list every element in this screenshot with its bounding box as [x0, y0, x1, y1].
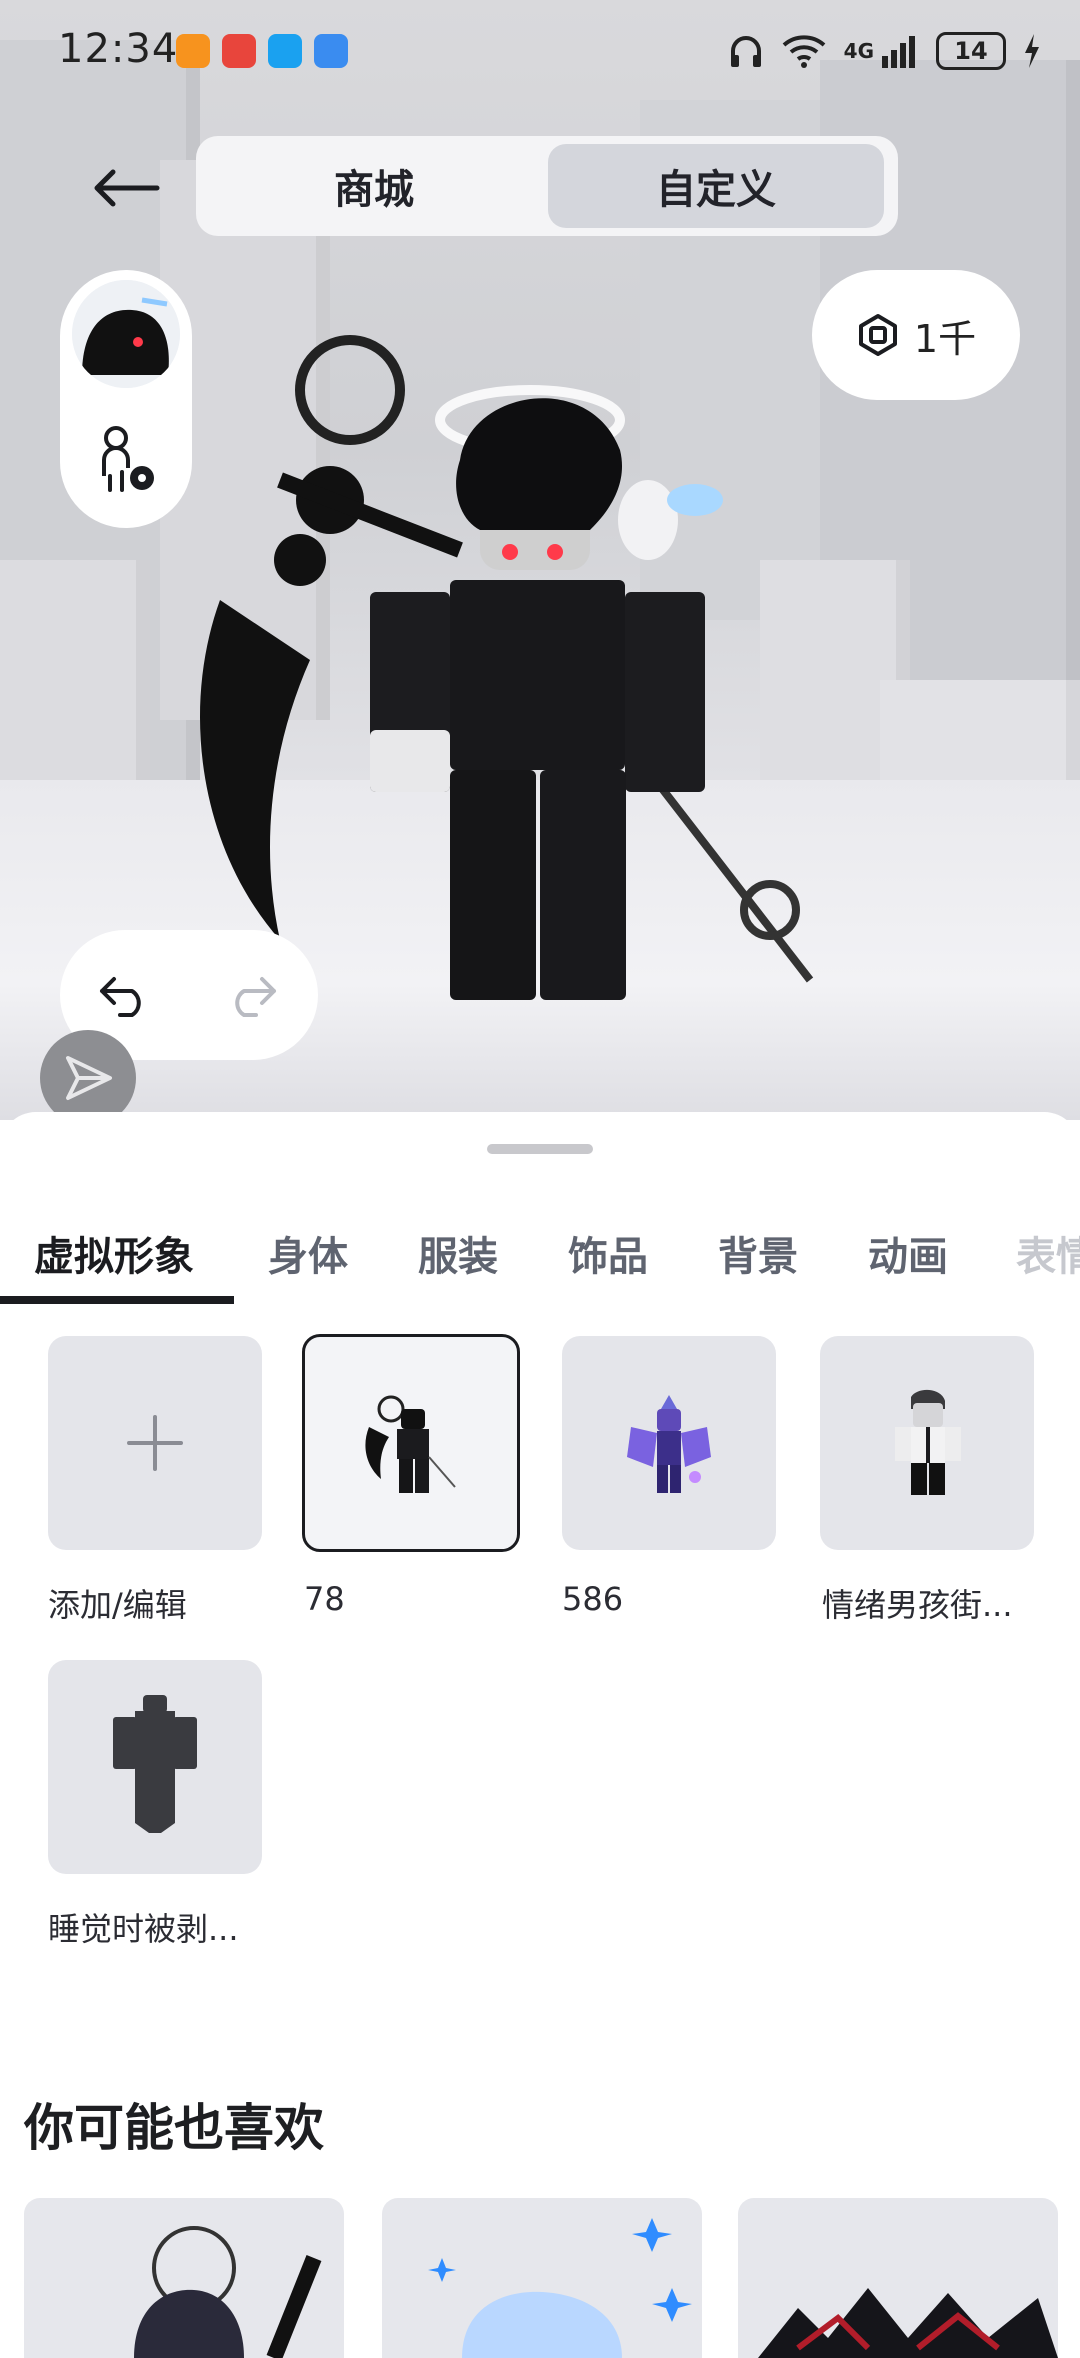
outfit-label: 78	[304, 1580, 345, 1618]
avatar-settings-button[interactable]	[86, 420, 166, 500]
active-tab-indicator	[0, 1296, 234, 1304]
person-gear-icon	[102, 426, 154, 492]
plus-icon	[127, 1415, 183, 1471]
avatar-character	[200, 335, 814, 1000]
recommendation-thumbnail	[134, 2226, 322, 2358]
weather-app-icon	[314, 34, 348, 68]
tab-accessories[interactable]: 饰品	[568, 1224, 648, 1282]
add-edit-outfit-tile[interactable]	[48, 1336, 262, 1550]
status-time: 12:34	[58, 26, 179, 72]
search-app-icon	[268, 34, 302, 68]
tab-clothing[interactable]: 服装	[418, 1224, 498, 1282]
robux-balance: 1千	[913, 316, 977, 361]
outfit-thumbnail	[895, 1389, 961, 1495]
tab-emotes[interactable]: 表情	[1016, 1224, 1080, 1282]
redo-button[interactable]	[216, 960, 286, 1030]
default-body-silhouette	[113, 1695, 197, 1833]
recommendation-card[interactable]	[24, 2198, 344, 2358]
tab-background[interactable]: 背景	[718, 1224, 798, 1282]
send-icon	[66, 1056, 112, 1100]
headphones-icon	[730, 36, 761, 67]
avatar-side-panel	[60, 270, 192, 528]
battery-indicator: 14	[936, 32, 1006, 70]
robux-icon	[858, 314, 897, 356]
recommendation-card[interactable]	[738, 2198, 1058, 2358]
recommendation-card[interactable]	[382, 2198, 702, 2358]
tab-animation[interactable]: 动画	[868, 1224, 948, 1282]
undo-button[interactable]	[90, 960, 160, 1030]
outfit-tile-sleep[interactable]	[48, 1660, 262, 1874]
outfit-tile-emo-boy[interactable]	[820, 1336, 1034, 1550]
outfit-thumbnail	[365, 1395, 456, 1493]
charging-icon	[1025, 34, 1039, 68]
back-button[interactable]	[86, 148, 166, 228]
network-type-label: 4G	[843, 39, 874, 63]
reader-app-icon	[222, 34, 256, 68]
signal-icon	[882, 36, 915, 68]
category-tabs: 虚拟形象 身体 服装 饰品 背景 动画 表情	[0, 1172, 1080, 1304]
outfit-tile-586[interactable]	[562, 1336, 776, 1550]
outfit-label: 586	[562, 1580, 624, 1618]
avatar-headshot-image	[72, 280, 180, 388]
recommendation-thumbnail	[758, 2288, 1058, 2358]
video-app-icon	[176, 34, 210, 68]
recommendations-title: 你可能也喜欢	[24, 2099, 324, 2157]
arrow-left-icon	[94, 169, 160, 207]
tab-customize[interactable]: 自定义	[548, 144, 884, 228]
status-indicators: 4G 14	[728, 28, 1040, 74]
tab-avatar[interactable]: 虚拟形象	[34, 1224, 194, 1282]
tab-body[interactable]: 身体	[268, 1224, 348, 1282]
outfit-label: 情绪男孩街...	[822, 1586, 1013, 1624]
tab-shop[interactable]: 商城	[206, 144, 542, 228]
robux-balance-button[interactable]: 1千	[812, 270, 1020, 400]
outfit-tile-78[interactable]	[302, 1334, 520, 1552]
avatar-headshot[interactable]	[72, 280, 180, 388]
undo-icon	[100, 977, 141, 1017]
sheet-drag-handle[interactable]	[487, 1144, 593, 1154]
wifi-icon	[782, 35, 825, 68]
outfit-label: 添加/编辑	[48, 1586, 187, 1624]
redo-icon	[235, 977, 276, 1017]
mode-segmented-control: 商城 自定义	[196, 136, 898, 236]
outfit-label: 睡觉时被剥...	[48, 1910, 239, 1948]
status-bar: 12:34 4G 14	[0, 0, 1080, 100]
recommendation-thumbnail	[428, 2218, 692, 2358]
outfit-thumbnail	[627, 1395, 711, 1493]
